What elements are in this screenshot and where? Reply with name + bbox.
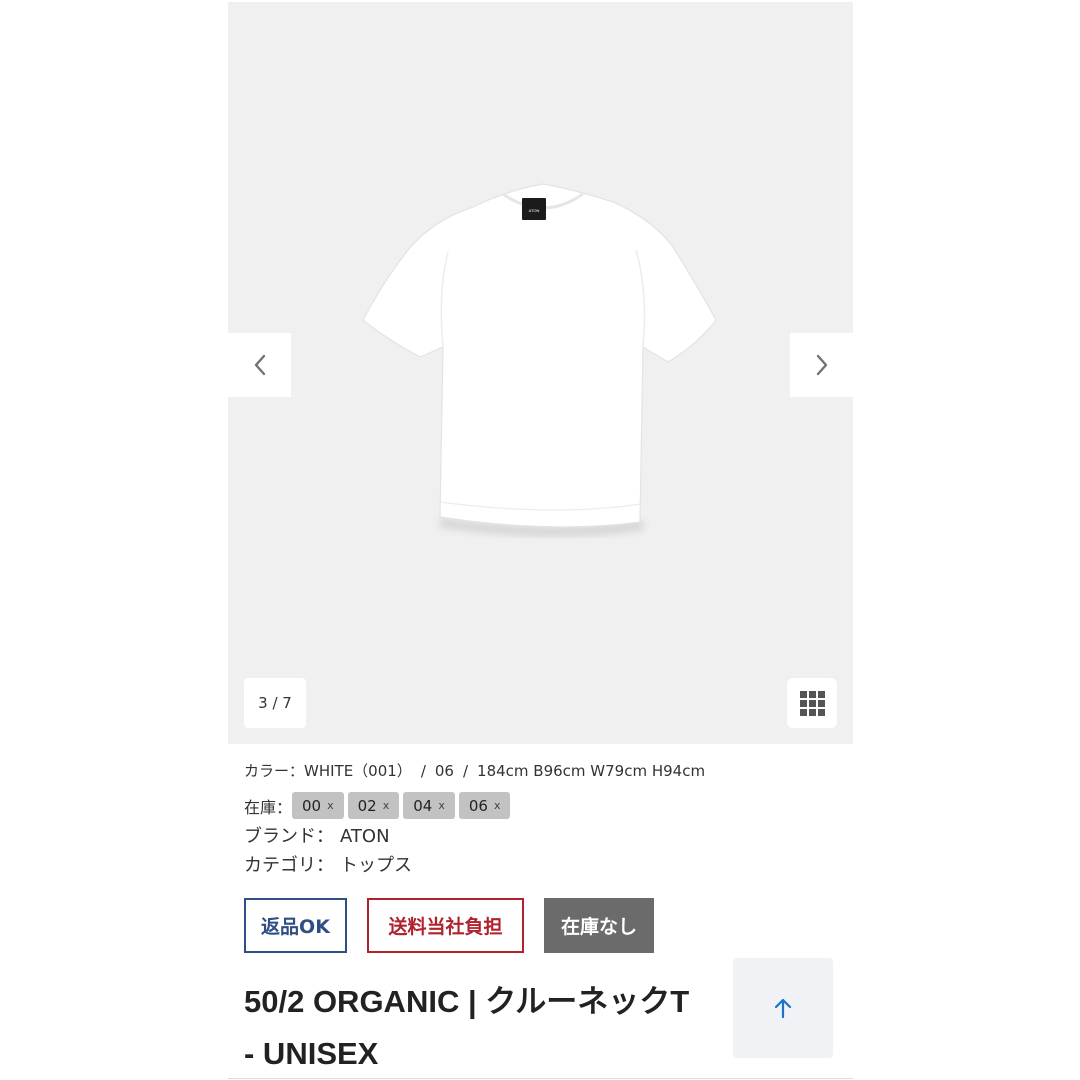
out-of-stock-badge: 在庫なし [544,898,654,953]
return-ok-badge: 返品OK [244,898,347,953]
chevron-right-icon [816,354,827,376]
free-shipping-badge: 送料当社負担 [367,898,524,953]
chevron-left-icon [254,354,265,376]
product-image: ATON [362,183,717,537]
category-line: カテゴリ： トップス [244,851,412,877]
brand-line: ブランド： ATON [244,822,390,848]
product-title-line2: - UNISEX [244,1036,379,1071]
product-title: 50/2 ORGANIC | クルーネックT - UNISEX [244,976,804,1080]
stock-line: 在庫： 00 x 02 x 04 x 06 x [244,792,514,819]
size-chip-04[interactable]: 04 x [403,792,455,819]
separator: / [462,762,469,780]
color-size-line: カラー：WHITE（001） / 06 / 184cm B96cm W79cm H94c… [244,760,705,781]
out-of-stock-mark: x [493,799,501,812]
grid-view-button[interactable] [787,678,837,728]
product-tag-text: ATON [529,208,540,213]
size-chip-label: 02 [357,796,377,815]
arrow-up-icon [774,998,792,1019]
product-page: ATON 3 / 7 カラー：WHITE（001） / 06 / 184cm B96cm… [228,0,853,1080]
category-label: カテゴリ： [244,855,334,876]
selected-size: 06 [434,762,454,780]
separator: / [420,762,426,780]
size-chip-label: 04 [413,796,433,815]
size-chip-label: 00 [302,796,322,815]
prev-image-button[interactable] [228,333,291,397]
grid-icon [799,690,825,716]
size-chip-label: 06 [468,796,488,815]
size-chip-06[interactable]: 06 x [458,792,511,819]
out-of-stock-mark: x [327,799,334,812]
back-to-top-button[interactable] [733,958,833,1058]
product-gallery[interactable]: ATON 3 / 7 [228,2,853,744]
product-title-line1: 50/2 ORGANIC | クルーネックT [244,984,690,1019]
next-image-button[interactable] [790,333,853,397]
brand-value: ATON [340,826,390,847]
bottom-divider [228,1078,853,1079]
size-chip-00[interactable]: 00 x [292,792,344,819]
out-of-stock-mark: x [382,799,390,812]
out-of-stock-mark: x [438,799,445,812]
size-chip-02[interactable]: 02 x [347,792,400,819]
brand-label: ブランド： [244,826,334,847]
color-label: カラー：WHITE（001） [244,762,412,780]
image-counter: 3 / 7 [244,678,306,728]
stock-label: 在庫： [244,797,293,817]
model-info: 184cm B96cm W79cm H94cm [477,762,706,780]
category-value: トップス [340,855,412,876]
